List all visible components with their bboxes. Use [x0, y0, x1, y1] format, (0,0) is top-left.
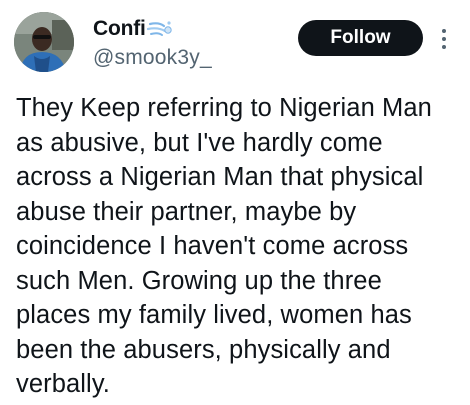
display-name[interactable]: Confi [93, 17, 146, 41]
handle[interactable]: @smook3y_ [93, 46, 212, 70]
profile-photo-icon [14, 12, 74, 72]
author-names: Confi @smook3y_ [93, 16, 212, 70]
display-name-row[interactable]: Confi [93, 16, 212, 42]
dashing-away-icon [146, 18, 173, 40]
more-vertical-icon[interactable] [437, 26, 451, 52]
tweet-text: They Keep referring to Nigerian Man as a… [16, 94, 432, 398]
follow-button[interactable]: Follow [298, 20, 423, 56]
avatar[interactable] [14, 12, 74, 72]
tweet-card: Confi @smook3y_ Follow They Keep referri… [0, 0, 470, 405]
